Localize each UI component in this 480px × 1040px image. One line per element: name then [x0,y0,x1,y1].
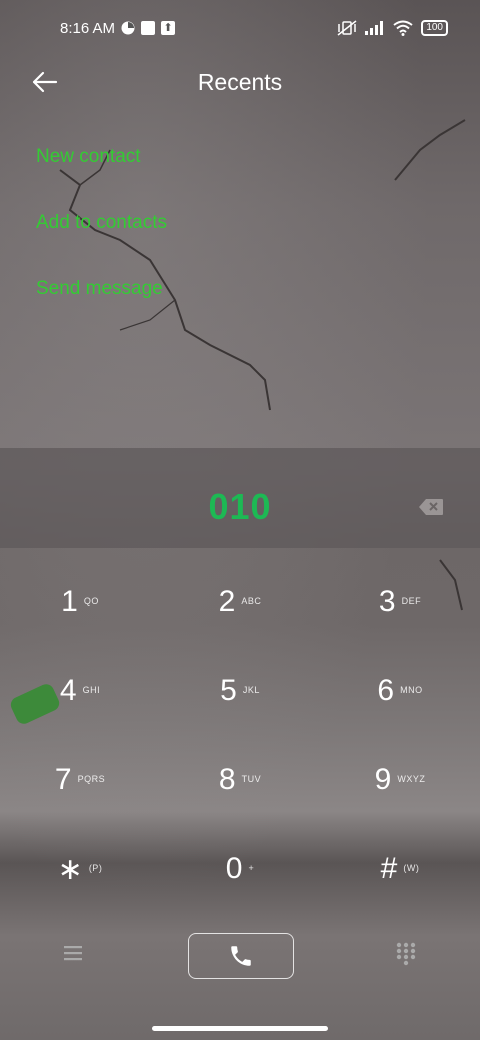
action-menu: New contact Add to contacts Send message [36,140,167,338]
key-hash[interactable]: # (W) [320,825,480,913]
key-digit: 5 [220,674,237,707]
key-1[interactable]: 1 QO [0,558,160,646]
header: Recents [0,56,480,108]
upload-icon: ⬆ [161,21,176,35]
key-digit: 7 [54,763,72,796]
dialpad-grid-icon[interactable] [396,942,416,966]
status-time: 8:16 AM [60,19,116,37]
key-digit: 4 [59,674,77,707]
key-9[interactable]: 9 WXYZ [320,736,480,824]
key-digit: 2 [218,585,236,618]
key-digit: 9 [374,763,392,796]
key-digit: 8 [218,763,236,796]
key-3[interactable]: 3 DEF [320,558,480,646]
home-indicator[interactable] [152,1026,328,1031]
key-letters: GHI [82,685,101,695]
key-8[interactable]: 8 TUV [160,736,320,824]
key-digit: 3 [378,585,396,618]
status-bar: 8:16 AM ⬆ 100 [0,0,480,56]
key-letters: ABC [241,596,262,606]
key-letters: DEF [401,596,422,606]
signal-icon [365,21,384,35]
key-letters: (P) [88,863,103,873]
battery-icon: 100 [421,20,448,36]
dialer-bottom-bar [0,930,480,980]
key-digit: ∗ [57,852,83,886]
arrow-left-icon[interactable] [30,68,60,96]
key-digit: 0 [225,852,243,885]
key-letters: PQRS [77,774,106,784]
key-7[interactable]: 7 PQRS [0,736,160,824]
add-to-contacts-link[interactable]: Add to contacts [36,206,167,272]
key-digit: # [380,852,398,885]
key-6[interactable]: 6 MNO [320,647,480,735]
vibrate-off-icon [337,20,357,36]
notification-square-icon [141,21,156,35]
key-letters: JKL [242,685,260,695]
key-letters: + [248,863,255,873]
new-contact-link[interactable]: New contact [36,140,167,206]
dial-number-display: 010 [0,448,480,548]
key-digit: 1 [61,585,78,618]
key-letters: WXYZ [397,774,426,784]
dialed-number: 010 [208,486,272,527]
key-letters: (W) [403,863,420,873]
key-letters: MNO [400,685,423,695]
key-4[interactable]: 4 GHI [0,647,160,735]
send-message-link[interactable]: Send message [36,272,167,338]
key-star[interactable]: ∗ (P) [0,825,160,913]
key-letters: QO [83,596,99,606]
wifi-icon [393,20,413,36]
backspace-icon[interactable] [418,498,444,516]
hamburger-menu-icon[interactable] [62,944,84,962]
call-button[interactable] [188,933,294,979]
key-5[interactable]: 5 JKL [160,647,320,735]
data-saver-icon [121,21,135,35]
page-title: Recents [197,68,283,95]
key-0[interactable]: 0 + [160,825,320,913]
key-digit: 6 [377,674,395,707]
key-2[interactable]: 2 ABC [160,558,320,646]
key-letters: TUV [241,774,262,784]
phone-icon [231,946,251,966]
